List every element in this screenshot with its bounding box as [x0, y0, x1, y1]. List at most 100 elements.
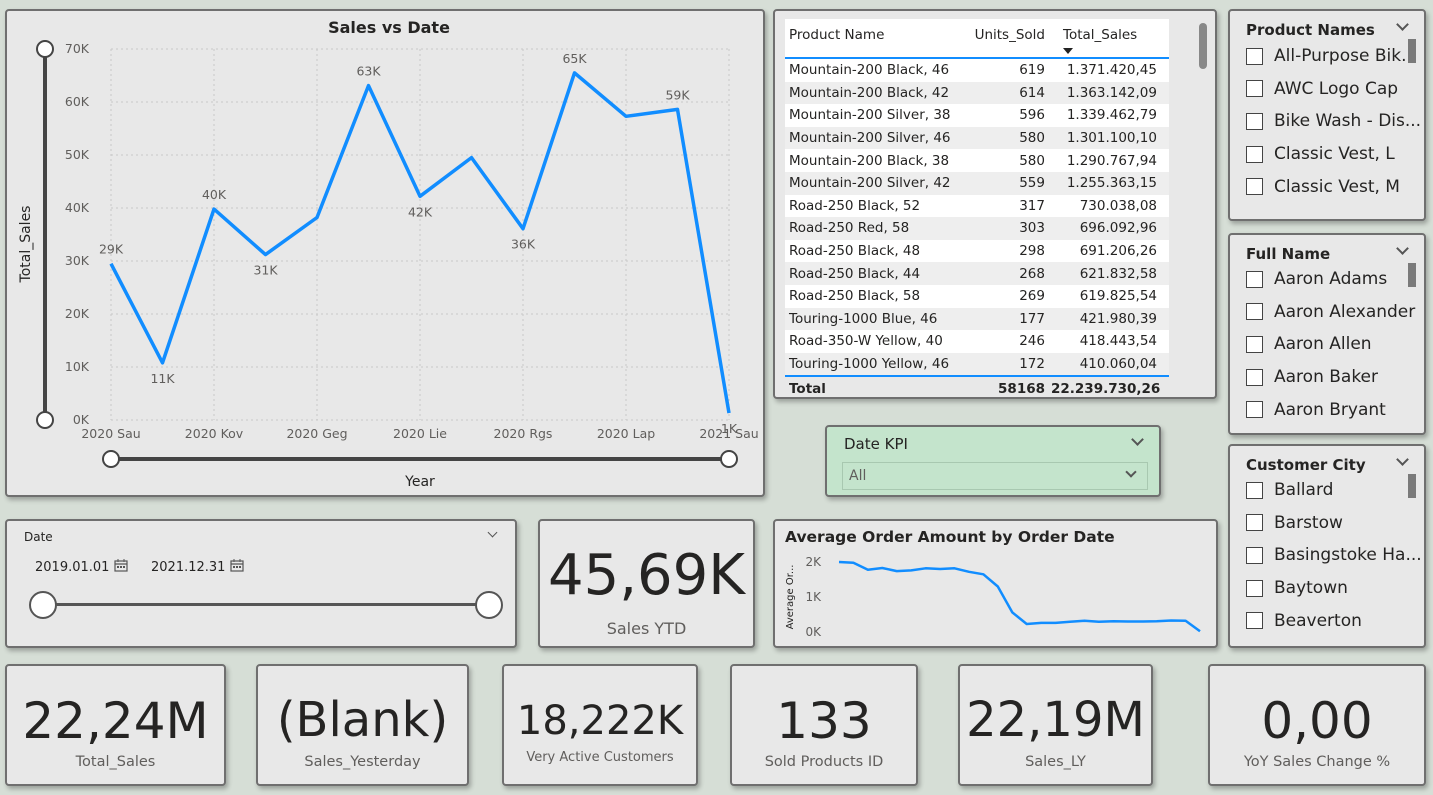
slicer-item-label: Ballard	[1274, 480, 1334, 500]
date-kpi-slicer[interactable]: Date KPI All	[825, 425, 1161, 497]
cell-product-name: Mountain-200 Silver, 46	[789, 130, 951, 147]
col-header-product-name[interactable]: Product Name	[785, 27, 971, 43]
table-total-row: Total 58168 22.239.730,26	[785, 375, 1169, 397]
cell-total-sales: 410.060,04	[1079, 356, 1157, 373]
checkbox[interactable]	[1246, 335, 1263, 353]
calendar-icon[interactable]	[114, 559, 128, 572]
kpi-label: Sales_LY	[1025, 754, 1086, 770]
calendar-icon[interactable]	[230, 559, 244, 572]
sales-vs-date-chart[interactable]: Sales vs Date Total_Sales Year 70K 60K 50K…	[5, 9, 765, 497]
col-header-total-sales[interactable]: Total_Sales	[1051, 27, 1163, 59]
kpi-value: 18,222K	[516, 698, 684, 744]
checkbox[interactable]	[1246, 270, 1263, 288]
kpi-value: 45,69K	[547, 543, 746, 608]
cell-total-sales: 1.339.462,79	[1066, 107, 1157, 124]
chevron-down-icon[interactable]	[487, 527, 498, 538]
slicer-item[interactable]: Classic Vest, L	[1246, 144, 1395, 164]
cell-units-sold: 177	[1019, 310, 1045, 327]
cell-product-name: Road-250 Red, 58	[789, 220, 910, 237]
slicer-scrollbar[interactable]	[1408, 474, 1416, 498]
cell-total-sales: 418.443,54	[1079, 333, 1157, 350]
kpi-value: 0,00	[1261, 692, 1373, 750]
chevron-down-icon[interactable]	[1131, 433, 1144, 446]
checkbox[interactable]	[1246, 368, 1263, 386]
slicer-item[interactable]: Classic Vest, M	[1246, 177, 1400, 197]
date-range-handle-start[interactable]	[29, 591, 57, 619]
table-row[interactable]: Road-250 Red, 58 303 696.092,96	[785, 217, 1169, 240]
chevron-down-icon[interactable]	[1396, 242, 1409, 255]
kpi-card-sales-yesterday: (Blank) Sales_Yesterday	[256, 664, 469, 786]
chevron-down-icon[interactable]	[1396, 453, 1409, 466]
end-date-input[interactable]: 2021.12.31	[141, 555, 249, 579]
checkbox[interactable]	[1246, 112, 1263, 130]
table-row[interactable]: Mountain-200 Black, 38 580 1.290.767,94	[785, 149, 1169, 172]
slicer-item[interactable]: Aaron Allen	[1246, 334, 1372, 354]
slicer-item[interactable]: Aaron Bryant	[1246, 400, 1386, 420]
cell-product-name: Mountain-200 Silver, 42	[789, 175, 951, 192]
slicer-scrollbar[interactable]	[1408, 263, 1416, 287]
table-scrollbar[interactable]	[1199, 23, 1207, 69]
table-row[interactable]: Road-250 Black, 44 268 621.832,58	[785, 262, 1169, 285]
chevron-down-icon[interactable]	[1396, 18, 1409, 31]
customer-city-slicer[interactable]: Customer City Ballard Barstow Basingstoke …	[1228, 444, 1426, 648]
checkbox[interactable]	[1246, 514, 1263, 532]
slicer-item[interactable]: Aaron Adams	[1246, 269, 1387, 289]
slicer-item[interactable]: Basingstoke Ha...	[1246, 545, 1422, 565]
full-name-slicer[interactable]: Full Name Aaron Adams Aaron Alexander Aaro…	[1228, 233, 1426, 435]
date-range-track[interactable]	[43, 603, 491, 606]
y-zoom-handle-top[interactable]	[36, 40, 54, 58]
checkbox[interactable]	[1246, 401, 1263, 419]
checkbox[interactable]	[1246, 612, 1263, 630]
checkbox[interactable]	[1246, 579, 1263, 597]
table-row[interactable]: Mountain-200 Silver, 46 580 1.301.100,10	[785, 126, 1169, 150]
slicer-item[interactable]: Baytown	[1246, 578, 1348, 598]
checkbox[interactable]	[1246, 80, 1263, 98]
checkbox[interactable]	[1246, 145, 1263, 163]
data-label: 40K	[202, 187, 227, 202]
cell-total-sales: 1.371.420,45	[1066, 62, 1157, 79]
x-zoom-handle-right[interactable]	[720, 450, 738, 468]
cell-units-sold: 269	[1019, 288, 1045, 305]
date-range-handle-end[interactable]	[475, 591, 503, 619]
avg-order-amount-chart[interactable]: Average Order Amount by Order Date Avera…	[773, 519, 1218, 648]
table-row[interactable]: Mountain-200 Silver, 42 559 1.255.363,15	[785, 171, 1169, 195]
table-row[interactable]: Touring-1000 Yellow, 46 172 410.060,04	[785, 352, 1169, 376]
y-zoom-handle-bottom[interactable]	[36, 411, 54, 429]
checkbox[interactable]	[1246, 178, 1263, 196]
slicer-item[interactable]: AWC Logo Cap	[1246, 79, 1398, 99]
date-kpi-dropdown[interactable]: All	[842, 462, 1148, 490]
data-label: 1K	[721, 421, 738, 436]
table-row[interactable]: Touring-1000 Blue, 46 177 421.980,39	[785, 307, 1169, 331]
avg-order-series-line[interactable]	[838, 560, 1201, 633]
table-row[interactable]: Road-250 Black, 48 298 691.206,26	[785, 239, 1169, 263]
table-row[interactable]: Road-250 Black, 58 269 619.825,54	[785, 284, 1169, 308]
table-row[interactable]: Mountain-200 Black, 46 619 1.371.420,45	[785, 59, 1169, 82]
slicer-scrollbar[interactable]	[1408, 39, 1416, 63]
slicer-item-label: Classic Vest, L	[1274, 144, 1395, 165]
checkbox[interactable]	[1246, 481, 1263, 499]
slicer-item[interactable]: Barstow	[1246, 513, 1343, 533]
start-date-input[interactable]: 2019.01.01	[25, 555, 133, 579]
checkbox[interactable]	[1246, 303, 1263, 321]
product-sales-table[interactable]: Product Name Units_Sold Total_Sales Moun…	[773, 9, 1217, 399]
slicer-item[interactable]: Aaron Baker	[1246, 367, 1378, 387]
x-zoom-handle-left[interactable]	[102, 450, 120, 468]
table-row[interactable]: Road-250 Black, 52 317 730.038,08	[785, 194, 1169, 218]
slicer-item-label: Aaron Bryant	[1274, 399, 1386, 420]
checkbox[interactable]	[1246, 47, 1263, 65]
date-range-slicer[interactable]: Date 2019.01.01 2021.12.31	[5, 519, 517, 648]
data-label: 42K	[408, 204, 433, 219]
slicer-item[interactable]: Aaron Alexander	[1246, 302, 1415, 322]
checkbox[interactable]	[1246, 546, 1263, 564]
slicer-item[interactable]: Beaverton	[1246, 611, 1362, 631]
cell-total-sales: 696.092,96	[1079, 220, 1157, 237]
slicer-item[interactable]: Ballard	[1246, 480, 1333, 500]
table-row[interactable]: Road-350-W Yellow, 40 246 418.443,54	[785, 330, 1169, 353]
table-row[interactable]: Mountain-200 Silver, 38 596 1.339.462,79	[785, 104, 1169, 127]
product-names-slicer[interactable]: Product Names All-Purpose Bik... AWC Logo…	[1228, 9, 1426, 221]
table-row[interactable]: Mountain-200 Black, 42 614 1.363.142,09	[785, 81, 1169, 105]
slicer-item[interactable]: All-Purpose Bik...	[1246, 46, 1417, 66]
col-header-units-sold[interactable]: Units_Sold	[971, 27, 1051, 43]
slicer-item[interactable]: Bike Wash - Dis...	[1246, 111, 1421, 131]
sales-series-line[interactable]	[109, 71, 731, 414]
